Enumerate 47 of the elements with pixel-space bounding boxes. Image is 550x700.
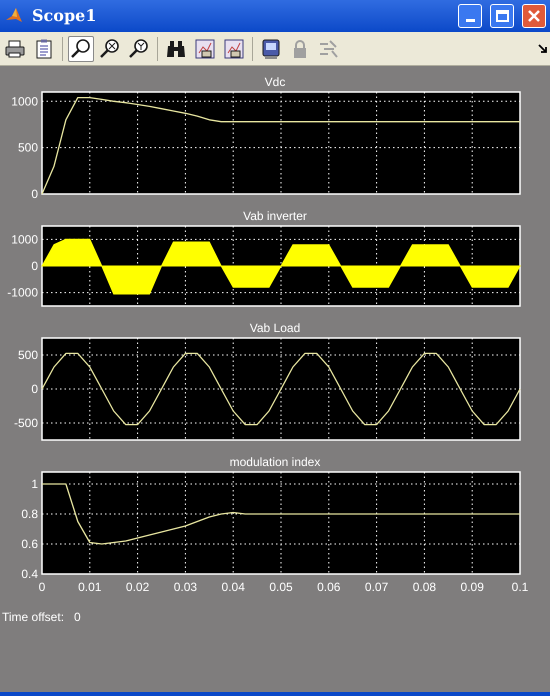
x-tick-label: 0.07 (364, 580, 388, 594)
x-tick-label: 0.08 (412, 580, 436, 594)
scope-monitor-icon (260, 38, 282, 60)
x-tick-label: 0.03 (174, 580, 198, 594)
y-tick-label: 0 (31, 382, 38, 396)
plot-title: Vab Load (250, 320, 300, 336)
x-tick-label: 0 (38, 580, 46, 594)
magnifier-x-icon (99, 38, 121, 60)
y-tick-label: 1000 (11, 94, 38, 108)
toolbar-button[interactable] (68, 36, 94, 62)
plot-title: Vab inverter (243, 208, 307, 224)
y-tick-label: -500 (14, 416, 38, 430)
x-tick-label: 0.01 (78, 580, 102, 594)
save-axes-icon (194, 38, 216, 60)
x-tick-label: 0.05 (269, 580, 293, 594)
toolbar-overflow-icon[interactable] (538, 44, 548, 54)
y-tick-label: 0.8 (21, 507, 38, 521)
plot-title: modulation index (230, 454, 320, 470)
y-tick-label: 0.4 (21, 567, 38, 581)
magnifier-y-icon (128, 38, 150, 60)
plot-title: Vdc (264, 74, 286, 90)
magnifier-icon (70, 38, 92, 60)
y-tick-label: 0 (31, 259, 38, 273)
y-tick-label: 0.6 (21, 537, 38, 551)
restore-axes-icon (223, 38, 245, 60)
x-tick-label: 0.04 (222, 580, 245, 594)
y-tick-label: 0 (31, 187, 38, 200)
close-icon (528, 10, 540, 22)
x-tick-label: 0.1 (512, 580, 528, 594)
printer-icon (4, 38, 26, 60)
x-tick-label: 0.09 (460, 580, 484, 594)
time-offset-label: Time offset: (2, 609, 64, 626)
maximize-icon (496, 10, 508, 22)
y-tick-label: -1000 (7, 286, 38, 300)
minimize-button[interactable] (458, 4, 482, 28)
y-tick-label: 500 (18, 140, 38, 155)
signal-selector-icon (318, 38, 340, 60)
y-tick-label: 1000 (11, 232, 38, 246)
close-button[interactable] (522, 4, 546, 28)
time-offset-value: 0 (74, 609, 81, 626)
minimize-icon (466, 19, 474, 22)
x-tick-label: 0.02 (126, 580, 150, 594)
window-title: Scope1 (32, 5, 96, 27)
y-tick-label: 1 (31, 477, 38, 491)
y-tick-label: 500 (18, 348, 38, 362)
x-tick-label: 0.06 (317, 580, 340, 594)
maximize-button[interactable] (490, 4, 514, 28)
